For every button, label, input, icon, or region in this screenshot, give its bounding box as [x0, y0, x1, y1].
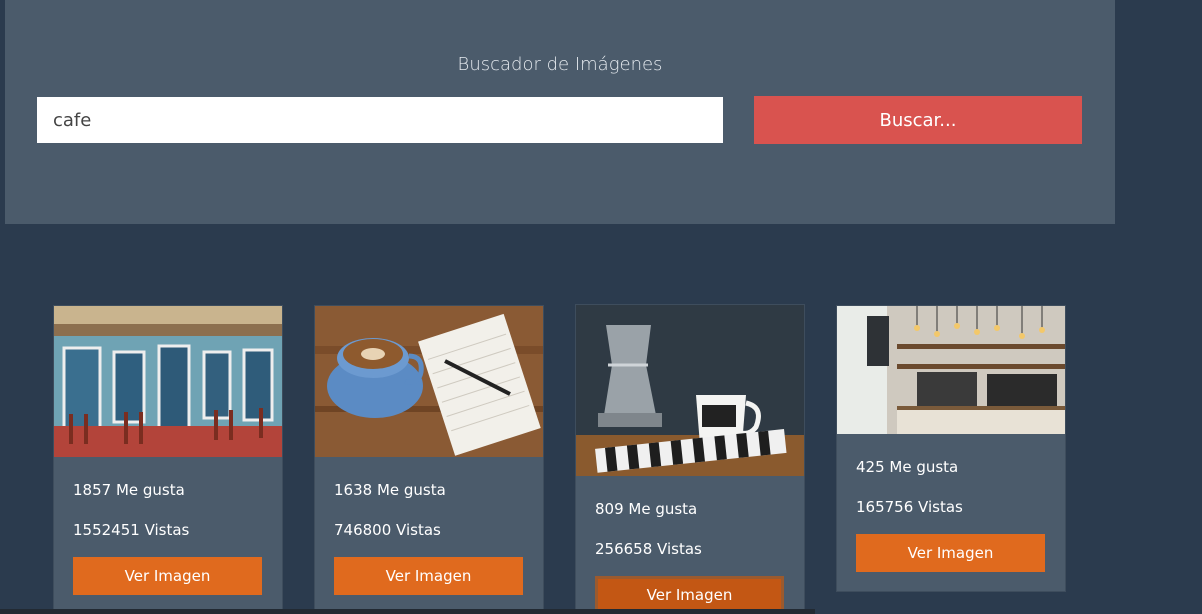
coffee-moka-pot-image	[576, 305, 804, 476]
views-count: 746800 Vistas	[334, 521, 441, 539]
search-button[interactable]: Buscar...	[754, 96, 1082, 144]
view-image-button[interactable]: Ver Imagen	[334, 557, 523, 595]
page-title: Buscador de Imágenes	[457, 54, 663, 75]
likes-count: 1638 Me gusta	[334, 481, 446, 499]
card-image	[837, 306, 1065, 434]
likes-count: 425 Me gusta	[856, 458, 959, 476]
coffee-cup-notebook-image	[315, 306, 543, 457]
card-image	[576, 305, 804, 476]
image-card: 1638 Me gusta 746800 Vistas Ver Imagen	[314, 305, 544, 614]
search-header: Buscador de Imágenes Buscar...	[5, 0, 1115, 224]
card-image	[315, 306, 543, 457]
views-count: 256658 Vistas	[595, 540, 702, 558]
view-image-button[interactable]: Ver Imagen	[73, 557, 262, 595]
view-image-button[interactable]: Ver Imagen	[856, 534, 1045, 572]
likes-count: 809 Me gusta	[595, 500, 698, 518]
views-count: 1552451 Vistas	[73, 521, 190, 539]
search-input[interactable]	[37, 97, 723, 143]
views-count: 165756 Vistas	[856, 498, 963, 516]
image-card: 809 Me gusta 256658 Vistas Ver Imagen	[575, 304, 805, 614]
card-image	[54, 306, 282, 457]
cafe-street-facade-image	[54, 306, 282, 457]
image-card: 1857 Me gusta 1552451 Vistas Ver Imagen	[53, 305, 283, 614]
image-card: 425 Me gusta 165756 Vistas Ver Imagen	[836, 305, 1066, 592]
likes-count: 1857 Me gusta	[73, 481, 185, 499]
horizontal-scrollbar[interactable]	[0, 609, 815, 614]
coffee-shop-counter-image	[837, 306, 1065, 434]
